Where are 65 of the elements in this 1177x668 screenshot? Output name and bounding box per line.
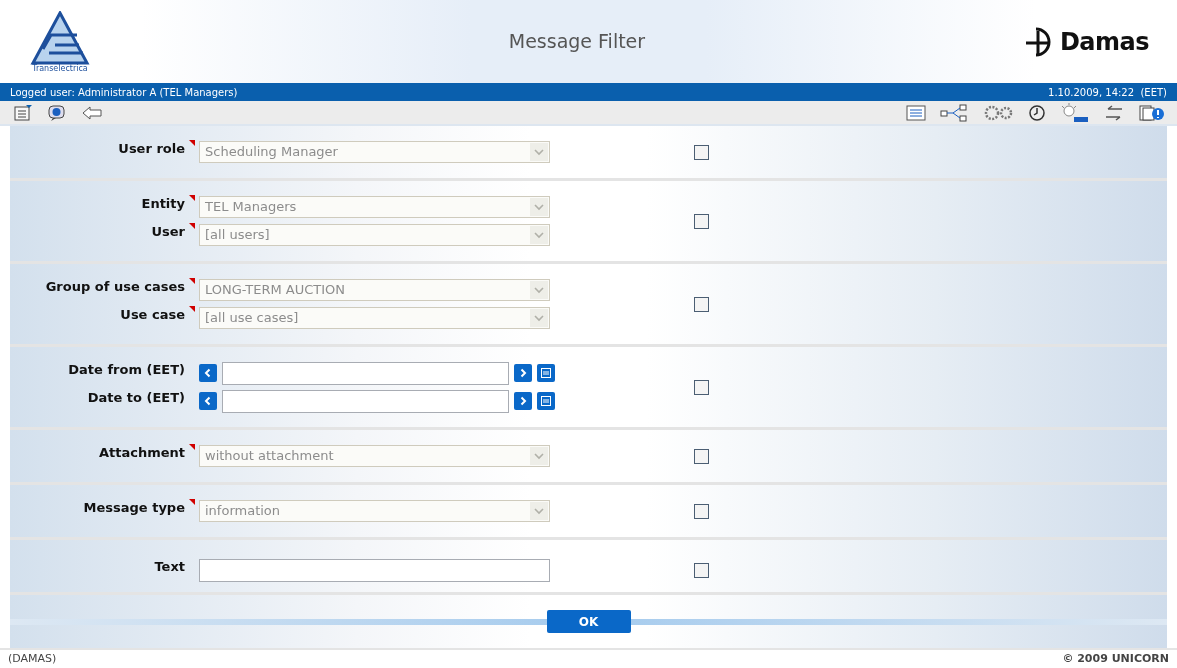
checkbox[interactable] xyxy=(694,448,709,464)
previous-button[interactable] xyxy=(199,392,217,410)
brand-name: Damas xyxy=(1059,26,1149,58)
page-title: Message Filter xyxy=(507,29,647,55)
chevron-left-icon xyxy=(203,396,213,406)
chevron-down-icon xyxy=(530,447,548,465)
next-button[interactable] xyxy=(514,392,532,410)
date-time-text: 1.10.2009, 14:22 (EET) xyxy=(1048,85,1167,100)
triangle-logo-icon xyxy=(29,10,91,65)
checkbox[interactable] xyxy=(694,296,709,312)
help-icon[interactable] xyxy=(47,103,67,122)
field-label: User role xyxy=(117,140,185,158)
document-icon[interactable] xyxy=(13,103,33,122)
dropdown-value: [all use cases] xyxy=(205,309,299,328)
field-label: Date from (EET) xyxy=(67,361,185,379)
list-icon[interactable] xyxy=(906,104,926,121)
field-label: Text xyxy=(153,558,185,576)
gears-icon[interactable] xyxy=(982,103,1014,122)
back-arrow-icon[interactable] xyxy=(81,105,103,120)
field-label: Message type xyxy=(82,499,185,517)
text-field[interactable] xyxy=(199,558,550,582)
calendar-icon xyxy=(540,367,552,379)
calendar-button[interactable] xyxy=(537,364,555,382)
footer-app-name: (DAMAS) xyxy=(8,650,57,667)
copyright-text: © 2009 UNICORN xyxy=(1062,650,1169,667)
ok-button[interactable]: OK xyxy=(546,610,631,633)
field-label: Group of use cases xyxy=(44,278,185,296)
checkbox[interactable] xyxy=(694,213,709,229)
dropdown-value: [all users] xyxy=(205,226,270,245)
date-field[interactable] xyxy=(222,361,509,385)
chevron-right-icon xyxy=(518,396,528,406)
field-label: Date to (EET) xyxy=(86,389,185,407)
field-label: Entity xyxy=(140,195,185,213)
swap-arrows-icon[interactable] xyxy=(1104,103,1124,122)
dropdown-value: Scheduling Manager xyxy=(205,143,338,162)
calendar-icon xyxy=(540,395,552,407)
checkbox[interactable] xyxy=(694,503,709,519)
previous-button[interactable] xyxy=(199,364,217,382)
date-field[interactable] xyxy=(222,389,509,413)
tree-icon[interactable] xyxy=(940,103,968,122)
notice-icon[interactable] xyxy=(1138,103,1164,122)
chevron-right-icon xyxy=(518,368,528,378)
dropdown-value: LONG-TERM AUCTION xyxy=(205,281,346,300)
logo-text: Transelectrica xyxy=(32,64,88,73)
calendar-button[interactable] xyxy=(537,392,555,410)
checkbox[interactable] xyxy=(694,379,709,395)
field-label: User xyxy=(150,223,185,241)
chevron-left-icon xyxy=(203,368,213,378)
dropdown-value: information xyxy=(205,502,281,521)
clock-icon[interactable] xyxy=(1028,103,1046,122)
logged-user-text: Logged user: Administrator A (TEL Managers) xyxy=(10,85,238,100)
chevron-down-icon xyxy=(530,502,548,520)
field-label: Use case xyxy=(119,306,185,324)
next-button[interactable] xyxy=(514,364,532,382)
chevron-down-icon xyxy=(530,309,548,327)
field-label: Attachment xyxy=(97,444,185,462)
chevron-down-icon xyxy=(530,198,548,216)
dropdown-value: TEL Managers xyxy=(205,198,297,217)
new-lightbulb-icon[interactable] xyxy=(1060,102,1090,123)
chevron-down-icon xyxy=(530,281,548,299)
dropdown-value: without attachment xyxy=(205,447,334,466)
checkbox[interactable] xyxy=(694,144,709,160)
checkbox[interactable] xyxy=(694,562,709,578)
chevron-down-icon xyxy=(530,226,548,244)
chevron-down-icon xyxy=(530,143,548,161)
